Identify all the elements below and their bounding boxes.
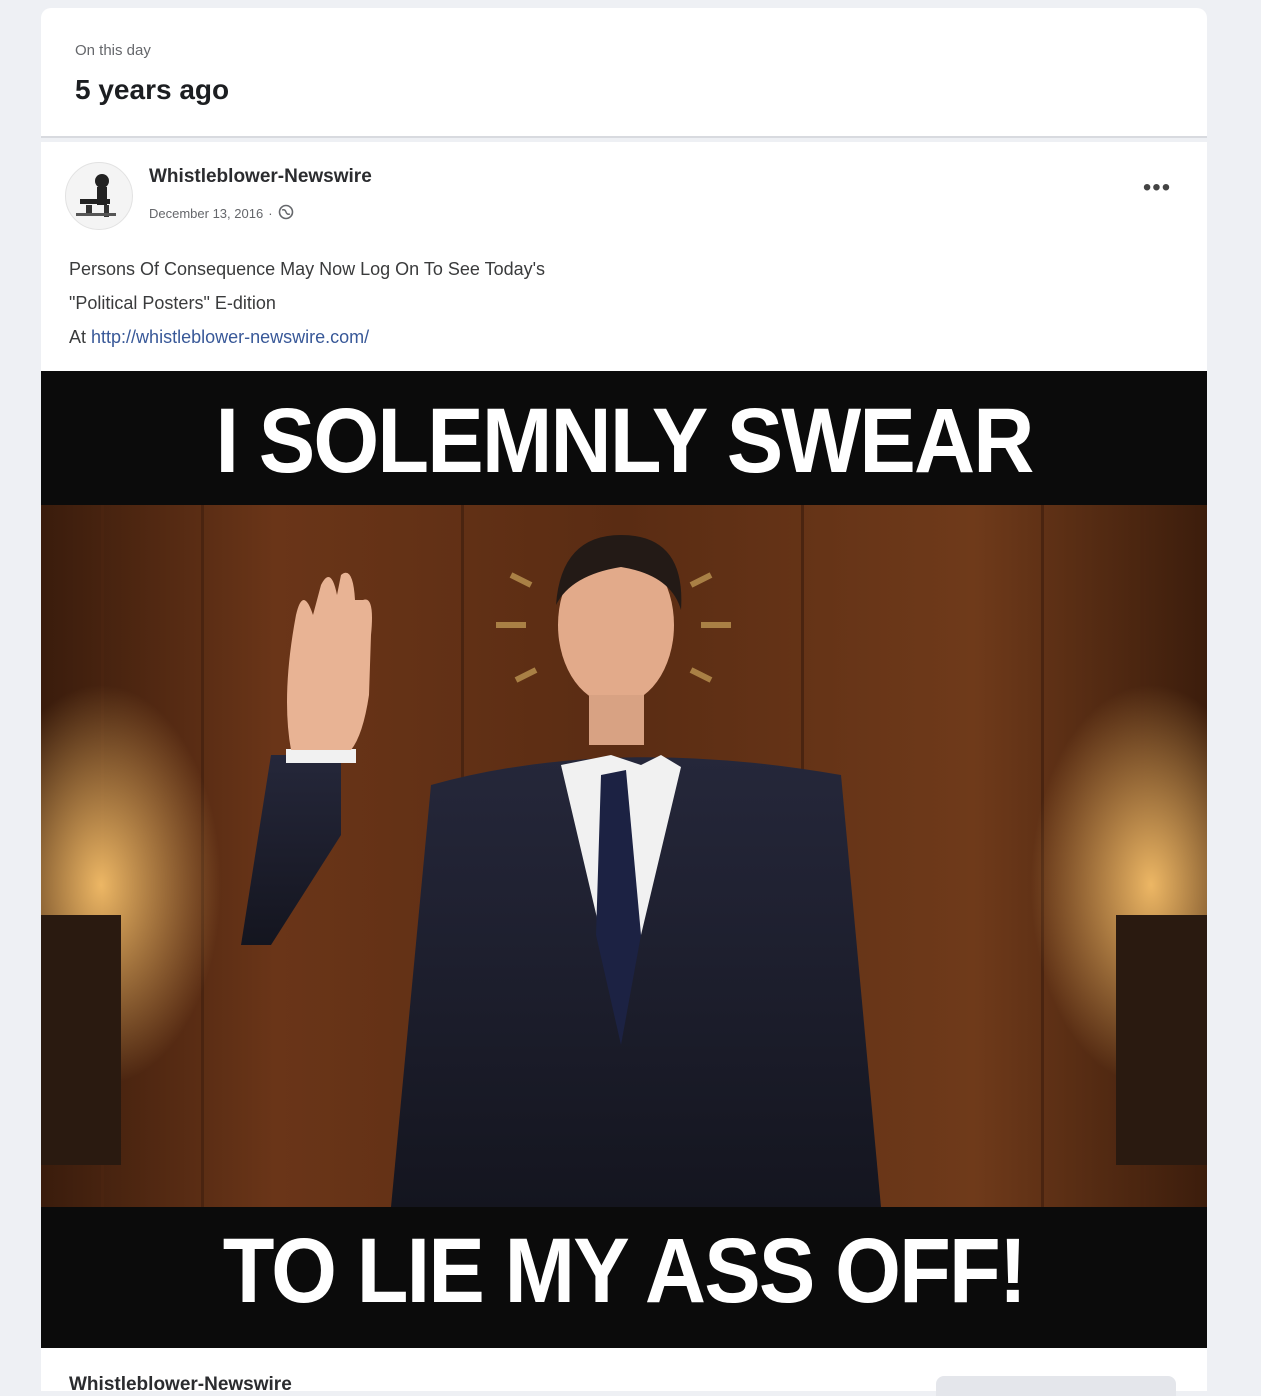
footer-author[interactable]: Whistleblower-Newswire [69,1374,292,1396]
years-ago-heading: 5 years ago [75,74,230,105]
globe-icon [278,204,296,222]
post-link[interactable]: http://whistleblower-newswire.com/ [91,327,369,347]
more-options-button[interactable]: ••• [1137,176,1177,208]
on-this-day-label: On this day [75,42,151,59]
post-meta: December 13, 2016 · [149,204,296,222]
post-date[interactable]: December 13, 2016 [149,206,263,221]
bottom-caption: TO LIE MY ASS OFF! [222,1220,1027,1322]
meme-image[interactable]: I SOLEMNLY SWEAR TO LIE MY ASS OFF! [41,371,1207,1348]
page-avatar[interactable] [65,162,133,230]
top-caption: I SOLEMNLY SWEAR [215,390,1034,492]
post-text-line-2: "Political Posters" E-dition [69,293,276,313]
post-author[interactable]: Whistleblower-Newswire [149,166,372,188]
hearing-photo [41,505,1207,1207]
post-card: Whistleblower-Newswire December 13, 2016… [41,142,1207,1396]
footer-action-button[interactable] [936,1376,1176,1396]
post-text-line-3: At http://whistleblower-newswire.com/ [69,320,545,354]
meta-separator: · [268,205,273,221]
memory-header-card: On this day 5 years ago [41,8,1207,138]
link-prefix: At [69,327,87,347]
post-text-line-1: Persons Of Consequence May Now Log On To… [69,259,546,279]
mascot-logo-icon [76,174,116,217]
post-body: Persons Of Consequence May Now Log On To… [69,252,545,354]
